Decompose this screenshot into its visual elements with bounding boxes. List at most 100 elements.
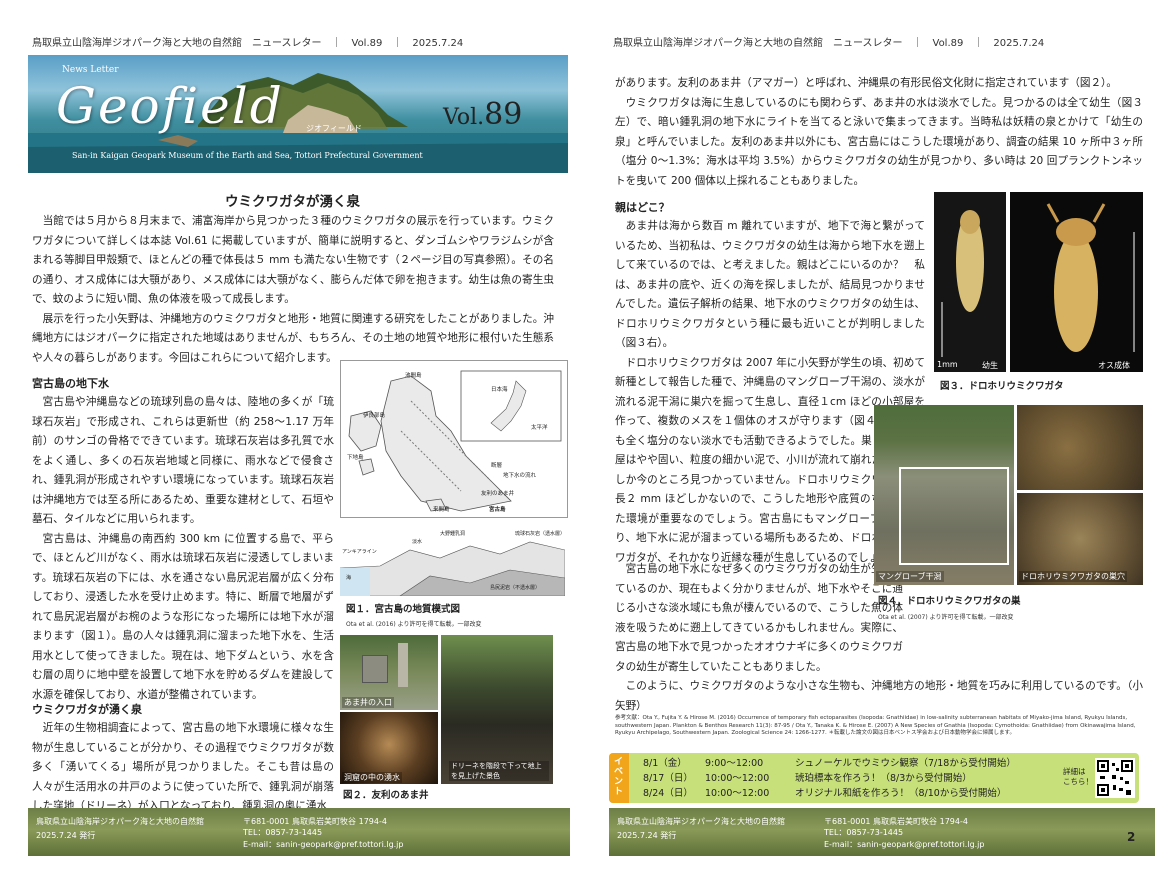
volume-number: 89: [484, 97, 523, 132]
figure1-source: Ota et al. (2016) より許可を得て転載，一部改変: [346, 621, 482, 628]
section-label-sea: 海: [346, 575, 352, 581]
running-header: 鳥取県立山陰海岸ジオパーク海と大地の自然館 ニュースレター ｜ Vol.89 ｜…: [32, 38, 464, 49]
map-label-tomori: 友利のあま井: [481, 491, 515, 497]
event-date: 8/17（日）: [643, 773, 693, 784]
figure3-caption: 図３．ドロホリウミクワガタ: [940, 381, 1064, 392]
photo-label: 幼生: [982, 361, 998, 370]
footer-date: 2025.7.24 発行: [617, 831, 677, 840]
map-label-pacific: 太平洋: [531, 425, 548, 431]
photo-label: 洞窟の中の湧水: [342, 772, 402, 783]
photo-burrow-top: [1017, 405, 1143, 490]
event-time: 10:00〜12:00: [705, 788, 770, 799]
section-paragraph: あま井は海から数百 m 離れていますが、地下で海と繋がっているため、当初私は、ウ…: [615, 220, 925, 349]
map-label-fault: 断層: [491, 463, 503, 469]
map-label-kurima: 来間島: [433, 507, 450, 513]
photo-mangrove-flat: マングローブ干潟: [874, 405, 1014, 585]
footer-email[interactable]: E-mail：sanin-geopark@pref.tottori.lg.jp: [243, 839, 404, 850]
photo-cave-spring: 洞窟の中の湧水: [340, 712, 438, 784]
article-title: ウミクワガタが湧く泉: [225, 194, 360, 210]
section-heading: ウミクワガタが湧く泉: [32, 703, 142, 716]
section-paragraph: このように、ウミクワガタのような小さな生物も、沖縄地方の地形・地質を巧みに利用し…: [615, 680, 1143, 712]
event-date: 8/24（日）: [643, 788, 693, 799]
section-label-mudstone: 島尻泥岩（不透水層）: [490, 585, 541, 591]
section-spring: ウミクワガタが湧く泉 近年の生物相調査によって、宮古島の地下水環境に様々な生物が…: [32, 700, 334, 808]
footer: 鳥取県立山陰海岸ジオパーク海と大地の自然館 2025.7.24 発行 〒681-…: [609, 808, 1155, 856]
event-row: 8/17（日） 10:00〜12:00 琥珀標本を作ろう！（8/3から受付開始）: [643, 771, 1016, 786]
figure4-caption: 図４．ドロホリウミクワガタの巣: [878, 596, 1021, 607]
page-right: 鳥取県立山陰海岸ジオパーク海と大地の自然館 ニュースレター ｜ Vol.89 ｜…: [585, 0, 1170, 875]
footer-address: 〒681-0001 鳥取県岩美町牧谷 1794-4: [243, 817, 387, 826]
volume-prefix: Vol.: [443, 105, 485, 130]
footer-org: 鳥取県立山陰海岸ジオパーク海と大地の自然館: [36, 817, 204, 826]
photo-label: マングローブ干潟: [876, 571, 944, 582]
photo-burrow-bottom: ドロホリウミクワガタの巣穴: [1017, 493, 1143, 585]
section-label-fresh: 淡水: [412, 539, 423, 545]
event-tab: イベント: [609, 753, 629, 803]
event-time: 9:00〜12:00: [705, 758, 764, 769]
continued-text: があります。友利のあま井（アマガー）と呼ばれ、沖縄県の有形民俗文化財に指定されて…: [615, 74, 1143, 191]
section-label-anchialine: アンキアライン: [342, 549, 377, 555]
map-label-sea-of-japan: 日本海: [491, 387, 508, 393]
footer-date: 2025.7.24 発行: [36, 831, 96, 840]
figure2-caption: 図２．友利のあま井: [343, 790, 429, 801]
masthead-subtitle: San-in Kaigan Geopark Museum of the Eart…: [72, 151, 423, 160]
section-groundwater: 宮古島の地下水 宮古島や沖縄島などの琉球列島の島々は、陸地の多くが「琉球石灰岩」…: [32, 374, 334, 705]
masthead-title: Geofield: [56, 77, 284, 135]
figure1-cross-section: アンキアライン 淡水 海 大野鍾乳洞 島尻泥岩（不透水層） 琉球石灰岩（透水層）: [339, 528, 566, 597]
footer: 鳥取県立山陰海岸ジオパーク海と大地の自然館 2025.7.24 発行 〒681-…: [28, 808, 570, 856]
event-row: 8/24（日） 10:00〜12:00 オリジナル和紙を作ろう！（8/10から受付開…: [643, 786, 1016, 801]
event-date: 8/1（金）: [643, 758, 687, 769]
intro: 当館では５月から８月末まで、浦富海岸から見つかった３種のウミクワガタの展示を行っ…: [32, 212, 554, 368]
references: 参考文献：Ota Y., Fujita Y. & Hirose M. (2016…: [615, 715, 1136, 736]
event-tab-label: イベント: [614, 757, 624, 797]
figure1-map: 池間島 伊良部島 日本海 太平洋 下地島 来間島 宮古島 断層 地下水の流れ 友…: [340, 360, 568, 518]
map-label-shimoji: 下地島: [347, 455, 364, 461]
map-label-flow: 地下水の流れ: [503, 473, 537, 479]
map-label-ikema: 池間島: [405, 373, 422, 379]
section-paragraph: 近年の生物相調査によって、宮古島の地下水環境に様々な生物が生息していることが分か…: [32, 722, 334, 808]
scale-bar-label: 1mm: [937, 360, 958, 369]
body-paragraph: ウミクワガタは海に生息しているのにも関わらず、あま井の水は淡水でした。見つかるの…: [615, 96, 1143, 187]
geology-map: [348, 370, 562, 512]
event-list: 8/1（金） 9:00〜12:00 シュノーケルでウミウシ観察（7/18から受付開始…: [643, 756, 1016, 801]
section-paragraph: 宮古島や沖縄島などの琉球列島の島々は、陸地の多くが「琉球石灰岩」で形成され、これ…: [32, 396, 334, 525]
photo-larva: 1mm 幼生: [934, 192, 1006, 372]
masthead-title-kana: ジオフィールド: [306, 124, 362, 133]
event-box: イベント 8/1（金） 9:00〜12:00 シュノーケルでウミウシ観察（7/18か…: [609, 753, 1139, 803]
photo-label: ドロホリウミクワガタの巣穴: [1019, 571, 1127, 582]
section-heading: 宮古島の地下水: [32, 377, 109, 390]
photo-adult-male: オス成体: [1010, 192, 1143, 372]
map-label-miyako: 宮古島: [489, 507, 506, 513]
section-label-cave: 大野鍾乳洞: [440, 531, 466, 537]
event-title[interactable]: オリジナル和紙を作ろう！（8/10から受付開始）: [795, 788, 1006, 799]
running-header: 鳥取県立山陰海岸ジオパーク海と大地の自然館 ニュースレター ｜ Vol.89 ｜…: [613, 38, 1045, 49]
figure1-caption: 図１．宮古島の地質模式図: [346, 604, 461, 615]
section-label-limestone: 琉球石灰岩（透水層）: [515, 531, 566, 537]
footer-org: 鳥取県立山陰海岸ジオパーク海と大地の自然館: [617, 817, 785, 826]
event-detail-label: 詳細は こちら！: [1063, 767, 1093, 786]
footer-address: 〒681-0001 鳥取県岩美町牧谷 1794-4: [824, 817, 968, 826]
photo-label: オス成体: [1098, 361, 1130, 370]
intro-paragraph: 当館では５月から８月末まで、浦富海岸から見つかった３種のウミクワガタの展示を行っ…: [32, 215, 554, 305]
body-paragraph: があります。友利のあま井（アマガー）と呼ばれ、沖縄県の有形民俗文化財に指定されて…: [615, 77, 1117, 89]
event-title[interactable]: 琥珀標本を作ろう！（8/3から受付開始）: [795, 773, 972, 784]
section-paragraph: 宮古島は、沖縄島の南西約 300 km に位置する島で、平らで、ほとんど川がなく…: [32, 532, 334, 701]
masthead-banner: News Letter Geofield ジオフィールド Vol.89 San-…: [28, 55, 568, 173]
volume-badge: Vol.89: [443, 97, 522, 132]
map-label-irabu: 伊良部島: [363, 413, 386, 419]
qr-code[interactable]: [1095, 758, 1135, 798]
footer-tel: TEL：0857-73-1445: [243, 828, 323, 837]
section-heading: 親はどこ？: [615, 201, 670, 214]
newsletter-label: News Letter: [62, 65, 119, 75]
footer-email[interactable]: E-mail：sanin-geopark@pref.tottori.lg.jp: [824, 839, 985, 850]
page-left: 鳥取県立山陰海岸ジオパーク海と大地の自然館 ニュースレター ｜ Vol.89 ｜…: [0, 0, 585, 875]
event-row: 8/1（金） 9:00〜12:00 シュノーケルでウミウシ観察（7/18から受付開始…: [643, 756, 1016, 771]
figure4-source: Ota et al. (2007) より許可を得て転載，一部改変: [878, 614, 1014, 621]
page-number: 2: [1127, 830, 1136, 844]
event-title[interactable]: シュノーケルでウミウシ観察（7/18から受付開始）: [795, 758, 1016, 769]
photo-label: あま井の入口: [342, 697, 394, 708]
photo-amagaa-entrance: あま井の入口: [340, 635, 438, 710]
photo-doline: ドリーネを階段で下って地上を見上げた景色: [441, 635, 553, 784]
event-time: 10:00〜12:00: [705, 773, 770, 784]
photo-label: ドリーネを階段で下って地上を見上げた景色: [449, 761, 549, 781]
